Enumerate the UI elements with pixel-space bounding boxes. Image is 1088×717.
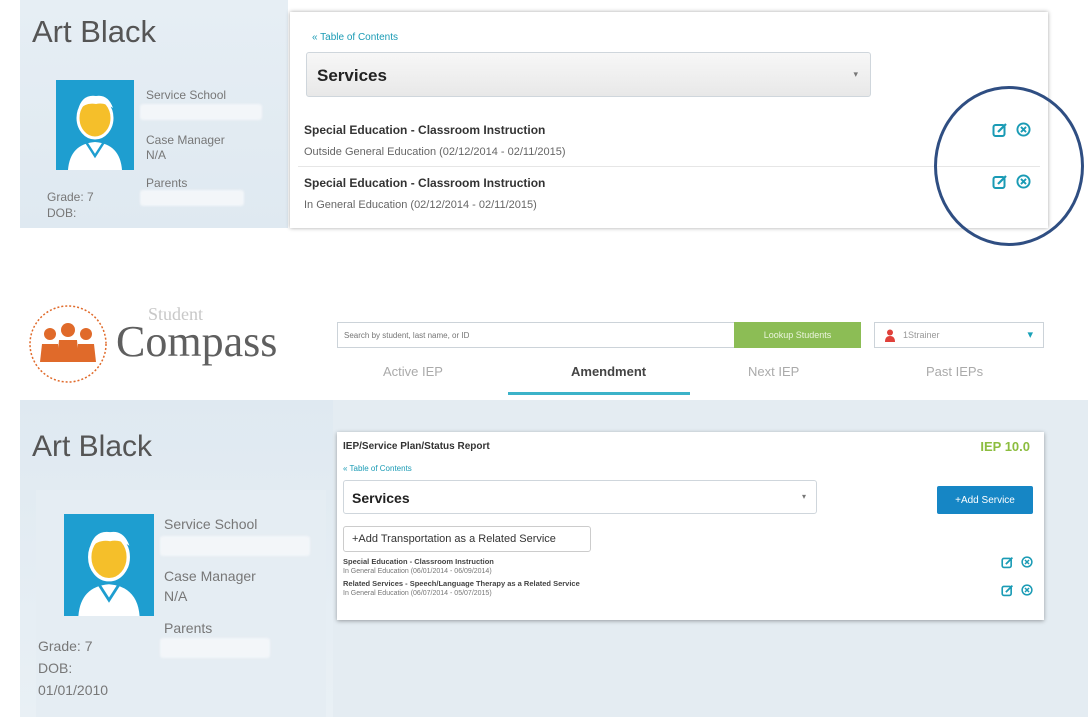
service-school-value-redacted [140, 104, 262, 120]
parents-value-redacted [160, 638, 270, 658]
service-school-value-redacted [160, 536, 310, 556]
user-menu-select[interactable]: 1Strainer ▾ [874, 322, 1044, 348]
student-avatar-icon [64, 514, 154, 616]
user-icon [885, 329, 895, 342]
case-manager-value: N/A [146, 148, 167, 162]
tab-past-ieps[interactable]: Past IEPs [926, 364, 983, 379]
service-school-label: Service School [164, 516, 258, 532]
user-name: 1Strainer [903, 330, 940, 340]
service-title: Special Education - Classroom Instructio… [304, 176, 546, 190]
service-title: Special Education - Classroom Instructio… [304, 123, 546, 137]
remove-icon[interactable] [1021, 556, 1033, 568]
grade-label: Grade: 7 [38, 638, 93, 654]
table-of-contents-link[interactable]: « Table of Contents [343, 464, 412, 473]
dob-label: DOB: [47, 206, 77, 220]
student-compass-logo: Student Compass [20, 296, 280, 396]
add-transportation-button[interactable]: +Add Transportation as a Related Service [343, 526, 591, 552]
row-divider [298, 166, 1040, 167]
service-detail: In General Education (02/12/2014 - 02/11… [304, 199, 537, 211]
section-select[interactable]: Services ▾ [306, 52, 871, 97]
parents-value-redacted [140, 190, 244, 206]
student-avatar-icon [56, 80, 134, 170]
section-select-value: Services [317, 66, 387, 85]
section-select-value: Services [352, 490, 410, 506]
service-title: Special Education - Classroom Instructio… [343, 557, 494, 566]
top-student-sidebar: Art Black Service School Case Manager N/… [20, 0, 288, 228]
chevron-down-icon: ▾ [1027, 329, 1033, 341]
active-tab-indicator [508, 392, 690, 395]
iep-tabs: Active IEP Amendment Next IEP Past IEPs [337, 358, 1088, 398]
service-title: Related Services - Speech/Language Thera… [343, 579, 580, 588]
student-name: Art Black [32, 430, 153, 463]
top-services-panel: « Table of Contents Services ▾ Special E… [290, 12, 1048, 228]
iep-version-badge: IEP 10.0 [980, 439, 1030, 454]
table-of-contents-link[interactable]: « Table of Contents [312, 32, 398, 43]
student-profile-card: Service School Case Manager N/A Parents … [36, 490, 326, 717]
highlight-circle [934, 86, 1084, 246]
lookup-students-button[interactable]: Lookup Students [734, 322, 861, 348]
logo-figures-icon [29, 305, 107, 383]
case-manager-label: Case Manager [146, 133, 225, 147]
parents-label: Parents [164, 620, 213, 636]
card-title: IEP/Service Plan/Status Report [343, 441, 490, 452]
remove-icon[interactable] [1021, 584, 1033, 596]
service-school-label: Service School [146, 88, 227, 102]
edit-icon[interactable] [1001, 556, 1014, 569]
add-service-button[interactable]: +Add Service [937, 486, 1033, 514]
edit-icon[interactable] [1001, 584, 1014, 597]
bottom-student-sidebar: Art Black Service School Case Manager N/… [20, 400, 333, 717]
iep-services-card: IEP/Service Plan/Status Report IEP 10.0 … [337, 432, 1044, 620]
tab-active-iep[interactable]: Active IEP [383, 364, 443, 379]
service-detail: In General Education (06/07/2014 - 05/07… [343, 590, 492, 597]
service-detail: In General Education (06/01/2014 - 06/09… [343, 568, 492, 575]
case-manager-label: Case Manager [164, 568, 256, 584]
logo-compass-text: Compass [116, 317, 278, 366]
dob-value: 01/01/2010 [38, 682, 109, 698]
student-name: Art Black [32, 14, 157, 49]
section-select[interactable]: Services ▾ [343, 480, 817, 514]
chevron-down-icon: ▾ [853, 69, 858, 79]
chevron-down-icon: ▾ [801, 492, 806, 501]
grade-label: Grade: 7 [47, 190, 94, 204]
service-detail: Outside General Education (02/12/2014 - … [304, 146, 566, 158]
dob-label: DOB: [38, 660, 73, 676]
parents-label: Parents [146, 176, 188, 190]
tab-amendment[interactable]: Amendment [571, 364, 646, 379]
tab-next-iep[interactable]: Next IEP [748, 364, 799, 379]
case-manager-value: N/A [164, 588, 188, 604]
screenshot-stage: Art Black Service School Case Manager N/… [0, 0, 1088, 717]
